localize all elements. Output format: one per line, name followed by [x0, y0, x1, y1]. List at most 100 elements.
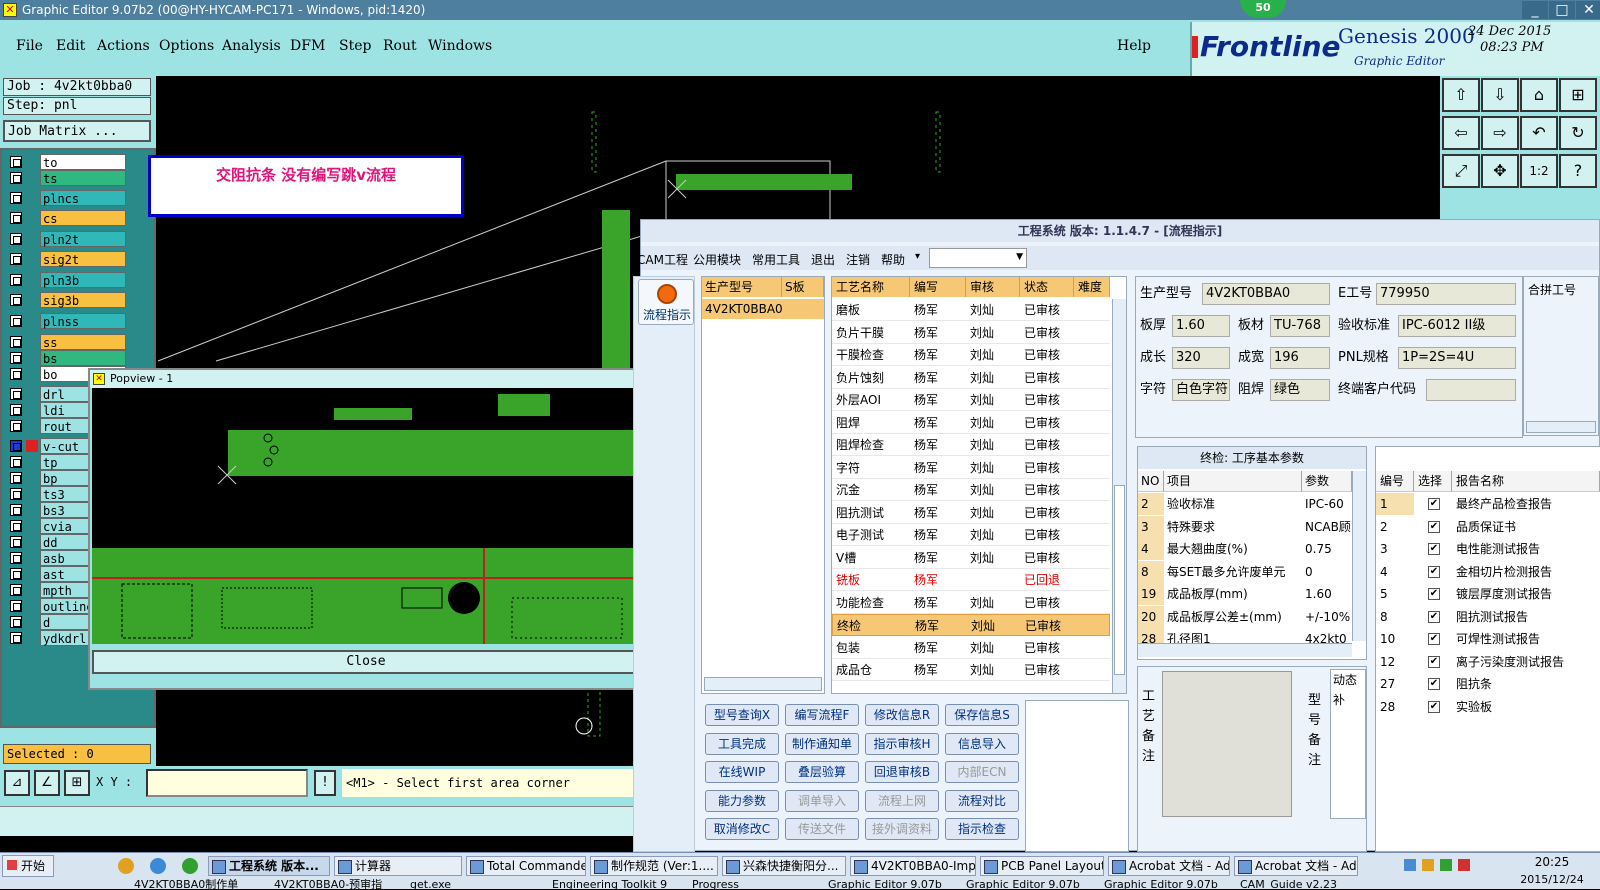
field-mask[interactable]: 绿色 — [1270, 379, 1330, 401]
process-row[interactable]: 外层AOI 杨军 刘灿 已审核 — [832, 389, 1110, 411]
layer-checkbox[interactable] — [10, 520, 22, 532]
process-row[interactable]: 成品仓 杨军 刘灿 已审核 — [832, 659, 1110, 681]
menu-edit[interactable]: Edit — [56, 38, 85, 54]
taskbar-item[interactable]: 工程系统 版本... — [208, 856, 330, 876]
action-button[interactable]: 在线WIP — [705, 761, 779, 784]
report-checkbox[interactable]: ✔ — [1428, 543, 1440, 555]
process-header[interactable]: 工艺名称 — [832, 277, 910, 297]
process-vscrollbar[interactable] — [1112, 299, 1126, 693]
action-button[interactable]: 修改信息R — [865, 704, 939, 726]
menu-windows[interactable]: Windows — [428, 38, 492, 54]
field-material[interactable]: TU-768 — [1270, 315, 1330, 337]
tray-app-icon[interactable] — [1440, 859, 1452, 871]
taskbar-item[interactable]: 兴森快捷衡阳分... — [722, 856, 846, 876]
process-row[interactable]: 功能检查 杨军 刘灿 已审核 — [832, 592, 1110, 614]
taskbar-item[interactable]: 制作规范 (Ver:1.... — [590, 856, 718, 876]
report-checkbox[interactable]: ✔ — [1428, 498, 1440, 510]
tray-update-icon[interactable] — [1458, 859, 1470, 871]
report-checkbox[interactable]: ✔ — [1428, 700, 1440, 713]
fit-screen-icon[interactable]: ⤢ — [1442, 154, 1480, 188]
field-char[interactable]: 白色字符 — [1172, 379, 1230, 401]
tray-folder-icon[interactable] — [1422, 859, 1434, 871]
measure-icon[interactable]: ⊿ — [4, 770, 30, 796]
action-button[interactable]: 编写流程F — [785, 704, 859, 726]
field-standard[interactable]: IPC-6012 II级 — [1398, 315, 1516, 337]
taskbar-item-secondary[interactable]: 4V2KT0BBA0制作单 — [116, 879, 250, 890]
field-width[interactable]: 196 — [1270, 347, 1330, 369]
layer-checkbox[interactable] — [10, 294, 22, 306]
process-row[interactable]: 包装 杨军 刘灿 已审核 — [832, 637, 1110, 659]
layer-row[interactable]: bs — [10, 350, 126, 366]
home-icon[interactable]: ⌂ — [1520, 78, 1558, 112]
reports-header[interactable]: 报告名称 — [1452, 471, 1600, 492]
layer-checkbox[interactable] — [10, 568, 22, 580]
layer-checkbox[interactable] — [10, 616, 22, 628]
layer-checkbox[interactable] — [10, 388, 22, 400]
maximize-button[interactable]: □ — [1549, 1, 1575, 19]
close-button[interactable]: ✕ — [1576, 1, 1600, 19]
action-button[interactable]: 内部ECN — [945, 761, 1019, 784]
layer-checkbox[interactable] — [10, 552, 22, 564]
action-button[interactable]: 回退审核B — [865, 761, 939, 784]
taskbar-item-secondary[interactable]: 4V2KT0BBA0-预审指 — [256, 879, 390, 890]
tray-network-icon[interactable] — [1404, 859, 1416, 871]
layer-row[interactable]: sig2t — [10, 251, 126, 267]
eng-menu-common-module[interactable]: 公用模块 — [693, 251, 741, 268]
report-checkbox[interactable]: ✔ — [1428, 678, 1440, 690]
layer-checkbox[interactable] — [10, 456, 22, 468]
layer-checkbox[interactable] — [10, 600, 22, 612]
layer-checkbox[interactable] — [10, 253, 22, 265]
process-row[interactable]: 阻焊 杨军 刘灿 已审核 — [832, 412, 1110, 434]
taskbar-item-secondary[interactable]: CAM_Guide v2.23 — [1222, 879, 1356, 890]
menu-rout[interactable]: Rout — [383, 38, 417, 54]
action-button[interactable]: 指示检查 — [945, 818, 1019, 841]
eng-menu-cam[interactable]: CAM工程 — [637, 251, 688, 268]
grid-icon[interactable]: ⊞ — [64, 770, 90, 796]
process-row[interactable]: 终检 杨军 刘灿 已审核 — [832, 614, 1110, 636]
params-header[interactable]: 项目 — [1164, 471, 1302, 492]
action-button[interactable]: 调单导入 — [785, 789, 859, 812]
taskbar-item[interactable]: 计算器 — [334, 856, 462, 876]
layer-checkbox[interactable] — [10, 274, 22, 286]
taskbar-item[interactable]: 4V2KT0BBA0-Impe... — [850, 856, 976, 876]
layer-row[interactable]: pln3b — [10, 272, 126, 288]
params-header[interactable]: 参数 — [1302, 471, 1352, 492]
layer-row[interactable]: ss — [10, 334, 126, 350]
chrome-icon[interactable] — [118, 858, 134, 874]
eng-menu-exit[interactable]: 退出 — [811, 251, 835, 268]
layer-checkbox[interactable] — [10, 315, 22, 327]
zoom-back-icon[interactable]: ↶ — [1520, 116, 1558, 150]
eng-menu-tools[interactable]: 常用工具 — [752, 251, 800, 268]
process-row[interactable]: 阻焊检查 杨军 刘灿 已审核 — [832, 434, 1110, 456]
action-button[interactable]: 型号查询X — [705, 704, 779, 726]
layer-checkbox[interactable] — [10, 488, 22, 500]
app-shortcut-icon[interactable] — [182, 858, 198, 874]
process-header[interactable]: 编写 — [910, 277, 966, 297]
process-header[interactable]: 审核 — [966, 277, 1020, 297]
layer-checkbox[interactable] — [10, 212, 22, 224]
action-button[interactable]: 保存信息S — [945, 704, 1019, 726]
field-length[interactable]: 320 — [1172, 347, 1230, 369]
action-button[interactable]: 能力参数 — [705, 789, 779, 812]
minimize-button[interactable]: _ — [1522, 1, 1548, 19]
reports-header[interactable]: 选择 — [1414, 471, 1452, 492]
taskbar-item-secondary[interactable]: Progress — [674, 879, 808, 890]
layer-checkbox[interactable] — [10, 472, 22, 484]
layer-checkbox[interactable] — [10, 632, 22, 644]
process-row[interactable]: 负片干膜 杨军 刘灿 已审核 — [832, 322, 1110, 344]
xy-input[interactable] — [146, 769, 308, 797]
pan-left-icon[interactable]: ⇦ — [1442, 116, 1480, 150]
command-exclaim-button[interactable]: ! — [314, 770, 336, 796]
layer-checkbox[interactable] — [10, 536, 22, 548]
report-checkbox[interactable]: ✔ — [1428, 588, 1440, 600]
menu-dfm[interactable]: DFM — [290, 38, 325, 54]
layer-checkbox[interactable] — [10, 156, 22, 168]
menu-help[interactable]: Help — [1117, 38, 1151, 54]
action-button[interactable]: 信息导入 — [945, 732, 1019, 755]
params-header[interactable]: NO — [1138, 471, 1164, 492]
layer-row[interactable]: pln2t — [10, 231, 126, 247]
layer-row[interactable]: plnss — [10, 313, 126, 329]
action-button[interactable]: 接外调资料 — [865, 818, 939, 841]
report-checkbox[interactable]: ✔ — [1428, 610, 1440, 623]
taskbar-item-secondary[interactable]: Graphic Editor 9.07b — [810, 879, 944, 890]
